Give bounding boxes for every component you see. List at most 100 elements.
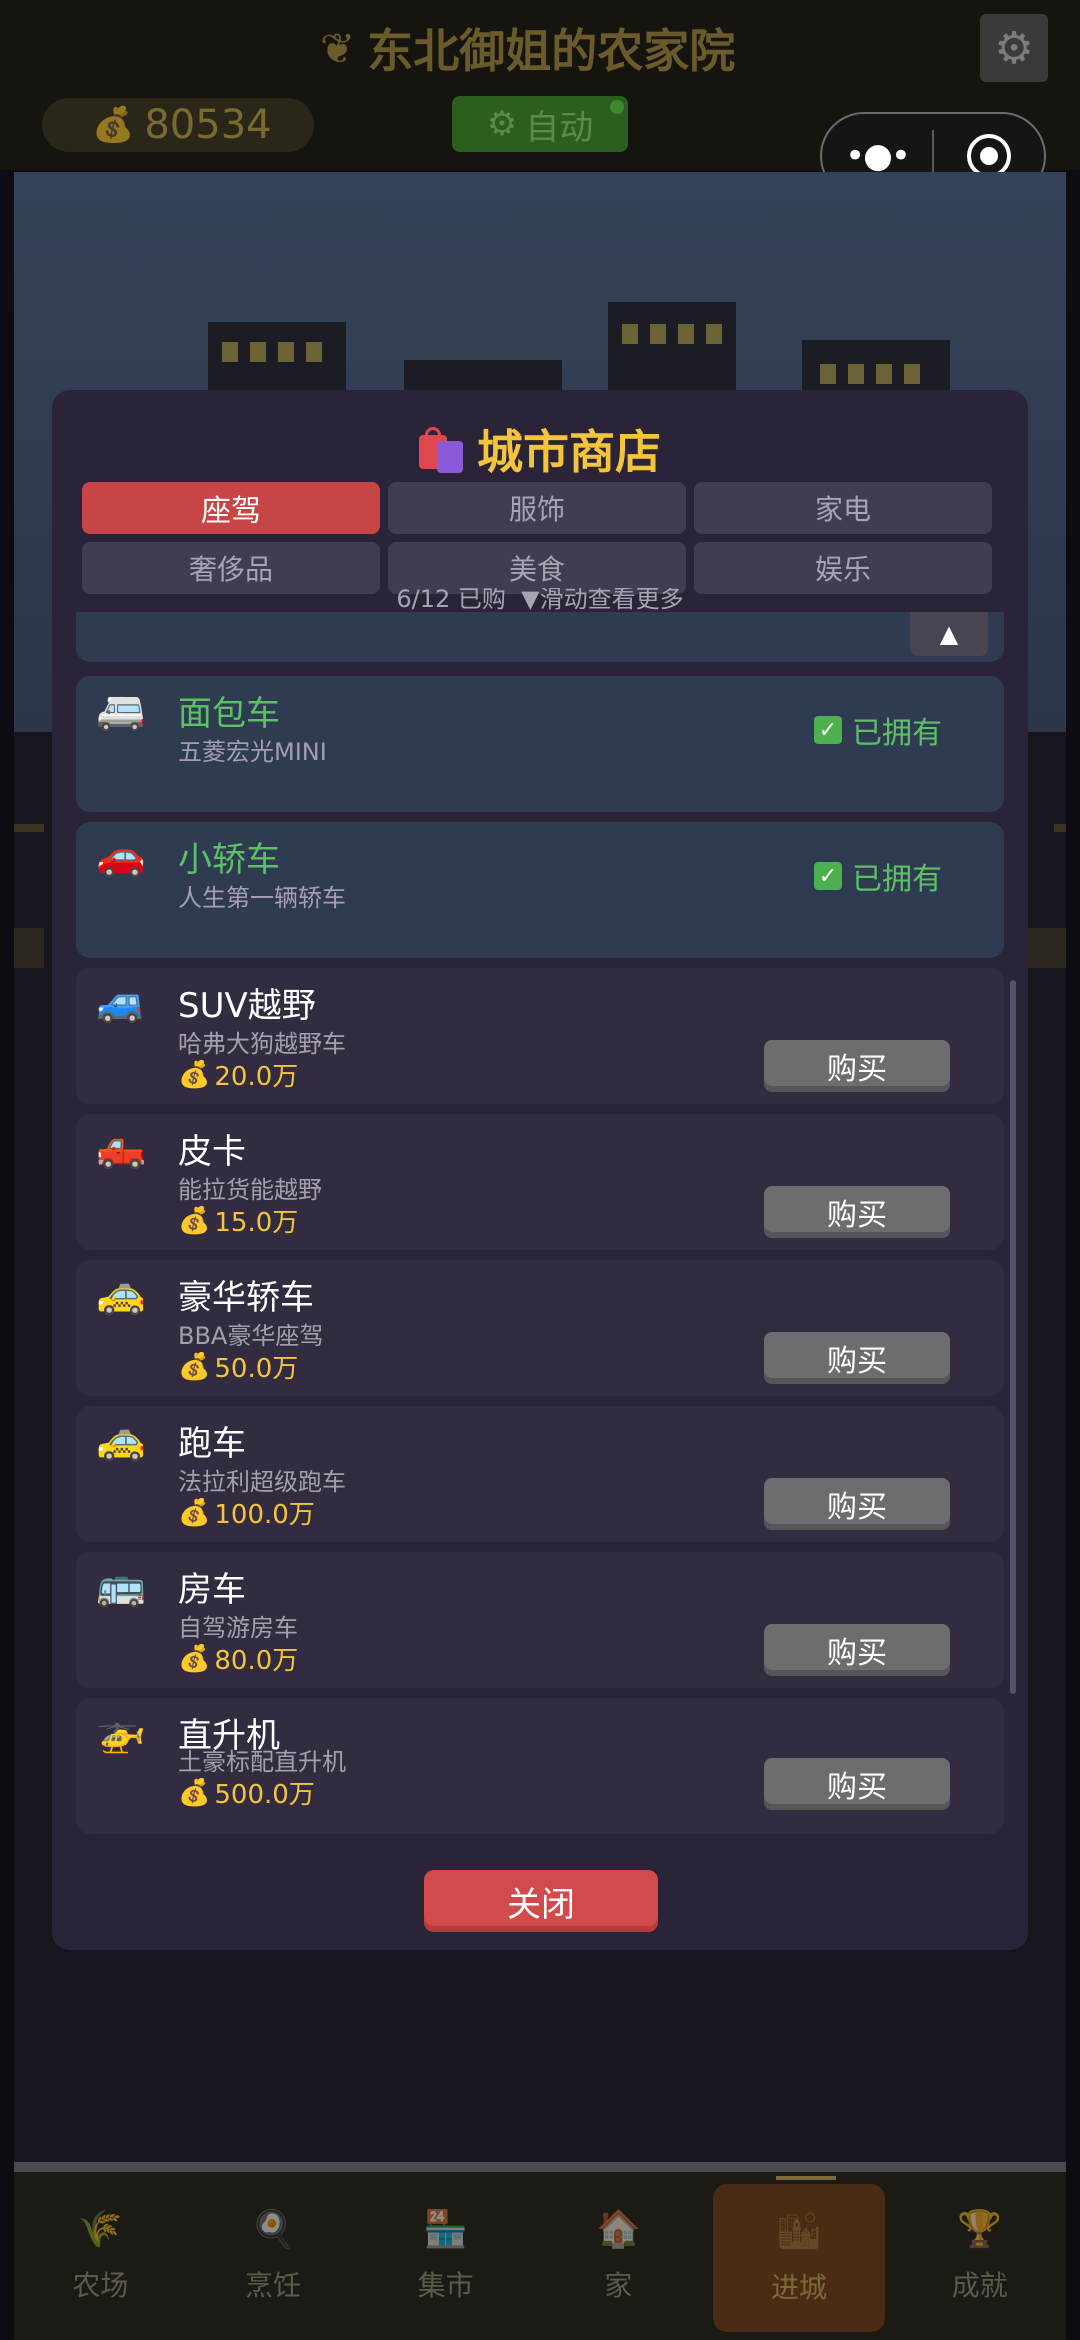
purchase-count: 6/12 已购	[396, 588, 506, 610]
buy-button[interactable]: 购买	[764, 1040, 950, 1092]
nav-home[interactable]: 🏠 家	[532, 2172, 705, 2340]
price-value: 500.0万	[214, 1780, 315, 1810]
owned-label: 已拥有	[852, 716, 942, 751]
item-price: 💰 80.0万	[178, 1640, 298, 1677]
nav-market[interactable]: 🏪 集市	[359, 2172, 532, 2340]
nav-farm[interactable]: 🌾 农场	[14, 2172, 187, 2340]
item-desc: 能拉货能越野	[178, 1176, 322, 1204]
buy-button[interactable]: 购买	[764, 1624, 950, 1676]
app-title-text: 东北御姐的农家院	[367, 24, 736, 78]
category-tabs: 座驾 服饰 家电 奢侈品 美食 娱乐	[82, 482, 992, 594]
list-item: 🛻 皮卡 能拉货能越野 💰 15.0万 购买	[76, 1114, 1004, 1250]
tab-appliances[interactable]: 家电	[694, 482, 992, 534]
buy-button[interactable]: 购买	[764, 1332, 950, 1384]
tab-vehicles[interactable]: 座驾	[82, 482, 380, 534]
price-value: 100.0万	[214, 1500, 315, 1530]
scroll-up-button[interactable]: ▲	[910, 612, 988, 656]
coin-balance: 💰 80534	[42, 98, 314, 152]
nav-label: 农场	[72, 2269, 129, 2302]
money-bag-icon: 💰	[178, 1777, 211, 1808]
money-bag-icon: 💰	[178, 1059, 211, 1090]
pickup-truck-icon: 🛻	[96, 1125, 146, 1171]
list-item: 🚕 跑车 法拉利超级跑车 💰 100.0万 购买	[76, 1406, 1004, 1542]
triangle-up-icon: ▲	[939, 620, 959, 648]
item-name: 皮卡	[178, 1132, 246, 1172]
list-item: 🚌 房车 自驾游房车 💰 80.0万 购买	[76, 1552, 1004, 1688]
sports-car-icon: 🚕	[96, 1417, 146, 1463]
market-icon: 🏪	[423, 2209, 469, 2250]
scene-bottom-border	[14, 2162, 1066, 2172]
helicopter-icon: 🚁	[96, 1709, 146, 1755]
list-item: 🚙 SUV越野 哈弗大狗越野车 💰 20.0万 购买	[76, 968, 1004, 1104]
suv-icon: 🚙	[96, 979, 146, 1025]
money-bag-icon: 💰	[178, 1643, 211, 1674]
checkmark-icon: ✓	[814, 716, 842, 744]
price-value: 20.0万	[214, 1062, 299, 1092]
list-scrollbar[interactable]	[1010, 980, 1016, 1694]
nav-label: 集市	[417, 2269, 474, 2302]
checkmark-icon: ✓	[814, 862, 842, 890]
money-bag-icon: 💰	[178, 1497, 211, 1528]
auto-label: 自动	[525, 107, 594, 148]
modal-header: 城市商店	[52, 414, 1028, 484]
item-price: 💰 100.0万	[178, 1494, 315, 1531]
price-value: 15.0万	[214, 1208, 299, 1238]
item-desc: 土豪标配直升机	[178, 1748, 346, 1776]
item-desc: 哈弗大狗越野车	[178, 1030, 346, 1058]
list-item: 🚗 小轿车 人生第一辆轿车 ✓ 已拥有	[76, 822, 1004, 958]
list-item-helicopter-bottom: 土豪标配直升机 💰 500.0万 购买	[76, 1748, 1004, 1834]
item-desc: BBA豪华座驾	[178, 1322, 324, 1350]
item-price: 💰 15.0万	[178, 1202, 298, 1239]
item-name: 豪华轿车	[178, 1278, 314, 1318]
item-desc: 五菱宏光MINI	[178, 738, 327, 766]
shopping-bag-icon	[419, 425, 463, 473]
item-name: 房车	[178, 1570, 246, 1610]
money-bag-icon: 💰	[178, 1205, 211, 1236]
nav-cooking[interactable]: 🍳 烹饪	[187, 2172, 360, 2340]
price-value: 80.0万	[214, 1646, 299, 1676]
money-bag-icon: 💰	[178, 1351, 211, 1382]
settings-button[interactable]: ⚙	[980, 14, 1048, 82]
nav-city[interactable]: 🏙 进城	[712, 2184, 886, 2332]
wheat-icon: 🌾	[77, 2209, 123, 2250]
auto-button[interactable]: ⚙ 自动	[452, 96, 628, 152]
list-item: 🚐 面包车 五菱宏光MINI ✓ 已拥有	[76, 676, 1004, 812]
tab-entertainment[interactable]: 娱乐	[694, 542, 992, 594]
cooking-icon: 🍳	[250, 2209, 296, 2250]
tab-luxury[interactable]: 奢侈品	[82, 542, 380, 594]
rv-icon: 🚌	[96, 1563, 146, 1609]
road-stripe	[1054, 824, 1066, 832]
buy-button[interactable]: 购买	[764, 1758, 950, 1810]
car-icon: 🚗	[96, 833, 146, 879]
luxury-car-icon: 🚕	[96, 1271, 146, 1317]
owned-badge: ✓ 已拥有	[814, 854, 942, 898]
owned-badge: ✓ 已拥有	[814, 708, 942, 752]
item-price: 💰 50.0万	[178, 1348, 298, 1385]
close-button[interactable]: 关闭	[424, 1870, 658, 1932]
list-item-partial	[76, 612, 1004, 662]
nav-label: 进城	[771, 2271, 828, 2304]
nav-achievements[interactable]: 🏆 成就	[893, 2172, 1066, 2340]
home-icon: 🏠	[595, 2209, 641, 2250]
item-price: 💰 500.0万	[178, 1774, 315, 1811]
wheat-icon: ❦	[320, 23, 356, 73]
buy-button[interactable]: 购买	[764, 1478, 950, 1530]
coin-amount: 80534	[144, 102, 272, 148]
owned-label: 已拥有	[852, 862, 942, 897]
buy-button[interactable]: 购买	[764, 1186, 950, 1238]
scroll-hint: ▼滑动查看更多	[521, 588, 684, 610]
item-list[interactable]: ▲ 🚐 面包车 五菱宏光MINI ✓ 已拥有 🚗 小轿车 人生第一辆轿车 ✓ 已…	[76, 612, 1004, 1762]
item-desc: 自驾游房车	[178, 1614, 298, 1642]
bottom-nav: 🌾 农场 🍳 烹饪 🏪 集市 🏠 家 🏙 进城 🏆 成就	[14, 2172, 1066, 2340]
trophy-icon: 🏆	[957, 2209, 1003, 2250]
minibus-icon: 🚐	[96, 687, 146, 733]
gear-icon: ⚙	[486, 104, 518, 144]
more-menu-button[interactable]: •●•	[822, 136, 932, 176]
road-stripe	[14, 928, 44, 968]
purchase-status: 6/12 已购 ▼滑动查看更多	[52, 588, 1028, 610]
tab-clothing[interactable]: 服饰	[388, 482, 686, 534]
item-price: 💰 20.0万	[178, 1056, 298, 1093]
gear-icon: ⚙	[994, 22, 1034, 74]
item-name: 面包车	[178, 694, 280, 734]
tab-food[interactable]: 美食	[388, 542, 686, 594]
